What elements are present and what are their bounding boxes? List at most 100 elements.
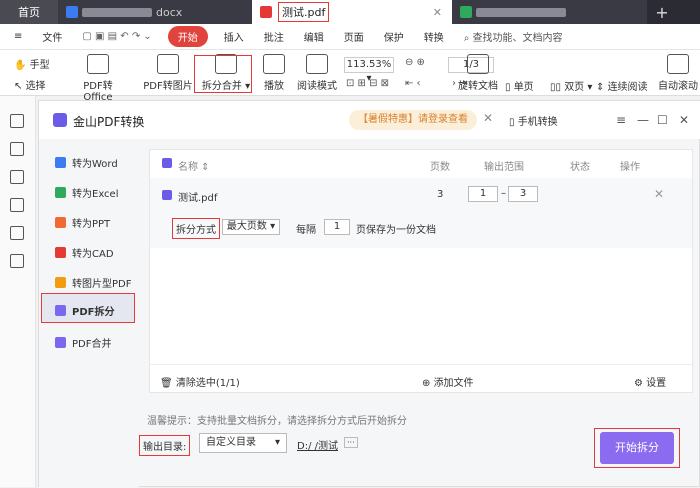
maximize-icon[interactable]: ☐ [657, 113, 668, 127]
menu-insert[interactable]: 插入 [214, 29, 254, 44]
menu-annotate[interactable]: 批注 [254, 29, 294, 44]
left-sidebar [0, 96, 36, 487]
comment-icon[interactable] [10, 170, 24, 184]
output-path[interactable]: D:/ /测试 [297, 437, 338, 452]
page-first-prev[interactable]: ⇤ ‹ [405, 78, 421, 89]
bookmark-icon[interactable] [10, 114, 24, 128]
side-item-cad[interactable]: 转为CAD [55, 245, 114, 260]
menu-start[interactable]: 开始 [167, 26, 208, 47]
settings-label: 设置 [646, 378, 667, 389]
every-label: 每隔 [296, 225, 316, 236]
menu-convert[interactable]: 转换 [414, 29, 454, 44]
single-label: 单页 [513, 82, 534, 93]
auto-scroll-label: 自动滚动 [658, 81, 698, 92]
auto-scroll-button[interactable]: 自动滚动 [658, 54, 698, 92]
continuous-button[interactable]: ⇕ 连续阅读 [596, 78, 648, 93]
side-item-label: 转图片型PDF [72, 279, 132, 290]
double-page-button[interactable]: ▯▯ 双页 ▾ [550, 78, 592, 93]
start-split-button[interactable]: 开始拆分 [600, 432, 674, 464]
tab-other[interactable] [452, 0, 647, 24]
menu-bar: ≡ 文件 ▢ ▣ ▤ ↶ ↷ ⌄ 开始 插入 批注 编辑 页面 保护 转换 ⌕ … [0, 24, 700, 50]
signature-icon[interactable] [10, 226, 24, 240]
settings-button[interactable]: ⚙ 设置 [634, 374, 666, 389]
attachment-icon[interactable] [10, 198, 24, 212]
side-item-word[interactable]: 转为Word [55, 155, 118, 170]
side-item-excel[interactable]: 转为Excel [55, 185, 119, 200]
app-logo-icon [53, 113, 67, 127]
hand-tool[interactable]: ✋ 手型 [14, 56, 50, 71]
menu-edit[interactable]: 编辑 [294, 29, 334, 44]
pdf-office-icon [87, 54, 109, 74]
layers-icon[interactable] [10, 254, 24, 268]
add-label: 添加文件 [433, 378, 474, 389]
search-box[interactable]: ⌕ 查找功能、文档内容 [454, 29, 573, 44]
side-item-label: PDF拆分 [72, 307, 115, 318]
remove-file-icon[interactable]: ✕ [654, 187, 664, 201]
search-placeholder: 查找功能、文档内容 [472, 33, 563, 44]
range-dash: – [501, 188, 506, 199]
close-icon[interactable]: ✕ [433, 6, 442, 19]
view-tools[interactable]: ⊡ ⊞ ⊟ ⊠ [346, 78, 389, 89]
tab-home[interactable]: 首页 [0, 0, 58, 24]
play-button[interactable]: 播放 [260, 54, 288, 92]
select-tool[interactable]: ↖ 选择 [14, 77, 46, 92]
pdf-icon [260, 6, 272, 18]
select-all-checkbox[interactable] [162, 158, 172, 168]
pages-per-file-suffix: 页保存为一份文档 [356, 225, 436, 236]
pages-per-file-input[interactable]: 1 [324, 219, 350, 235]
file-checkbox[interactable] [162, 190, 172, 200]
menu-file[interactable]: 文件 [32, 29, 72, 44]
thumbnail-icon[interactable] [10, 142, 24, 156]
range-from-input[interactable]: 1 [468, 186, 498, 202]
clear-selected-button[interactable]: 🗑 清除选中(1/1) [160, 374, 240, 389]
clear-label: 清除选中(1/1) [175, 378, 240, 389]
side-item-image-pdf[interactable]: 转图片型PDF [55, 275, 131, 290]
play-label: 播放 [264, 81, 284, 92]
close-promo-icon[interactable]: ✕ [483, 111, 493, 125]
cad-icon [55, 247, 66, 258]
side-item-label: 转为CAD [72, 249, 114, 260]
file-list-panel: 名称 ⇕ 页数 输出范围 状态 操作 测试.pdf 3 1 – 3 ✕ 拆分方式… [149, 149, 693, 393]
toolbar-quick-icons[interactable]: ▢ ▣ ▤ ↶ ↷ ⌄ [72, 31, 161, 42]
menu-page[interactable]: 页面 [334, 29, 374, 44]
tab-pdf[interactable]: 测试.pdf ✕ [252, 0, 452, 24]
new-tab-button[interactable]: + [652, 0, 672, 24]
zoom-select[interactable]: 113.53% ▾ [344, 57, 394, 84]
col-range: 输出范围 [484, 162, 524, 173]
side-item-split[interactable]: PDF拆分 [55, 303, 114, 318]
hint-text: 温馨提示：支持批量文档拆分，请选择拆分方式后开始拆分 [147, 416, 407, 427]
split-method-select[interactable]: 最大页数 ▾ [222, 219, 280, 235]
tab-docx[interactable]: docx [58, 0, 252, 24]
scroll-icon [667, 54, 689, 74]
pdf-to-office-button[interactable]: PDF转Office [70, 54, 126, 103]
rotate-button[interactable]: 旋转文档 [458, 54, 498, 92]
tab-docx-label: docx [156, 5, 183, 19]
output-dir-select[interactable]: 自定义目录 ▾ [199, 433, 287, 453]
word-icon [66, 6, 78, 18]
tab-pdf-label: 测试.pdf [278, 2, 330, 22]
mobile-convert-button[interactable]: ▯ 手机转换 [509, 113, 558, 128]
add-file-button[interactable]: ⊕ 添加文件 [422, 374, 474, 389]
read-mode-button[interactable]: 阅读模式 [294, 54, 340, 92]
blurred-filename [476, 7, 566, 17]
highlight-box [194, 55, 252, 93]
minimize-icon[interactable]: — [637, 113, 649, 127]
zoom-controls[interactable]: ⊖ ⊕ [405, 57, 425, 68]
hamburger-icon[interactable]: ≡ [0, 31, 32, 42]
range-to-input[interactable]: 3 [508, 186, 538, 202]
side-item-label: 转为Excel [72, 189, 119, 200]
tab-bar: 首页 docx 测试.pdf ✕ + [0, 0, 700, 24]
browse-button[interactable]: ··· [344, 437, 358, 448]
menu-icon[interactable]: ≡ [616, 113, 626, 127]
file-row: 测试.pdf 3 1 – 3 ✕ 拆分方式 最大页数 ▾ 每隔 1 页保存为一份… [150, 178, 692, 248]
side-item-merge[interactable]: PDF合并 [55, 335, 111, 350]
close-icon[interactable]: ✕ [679, 113, 689, 127]
single-page-button[interactable]: ▯ 单页 [505, 78, 534, 93]
pdf-to-image-button[interactable]: PDF转图片 [140, 54, 196, 92]
menu-protect[interactable]: 保护 [374, 29, 414, 44]
excel-icon [55, 187, 66, 198]
merge-icon [55, 337, 66, 348]
promo-banner[interactable]: 【暑假特惠】请登录查看 [349, 110, 477, 130]
col-name-label: 名称 [178, 162, 198, 173]
side-item-ppt[interactable]: 转为PPT [55, 215, 110, 230]
